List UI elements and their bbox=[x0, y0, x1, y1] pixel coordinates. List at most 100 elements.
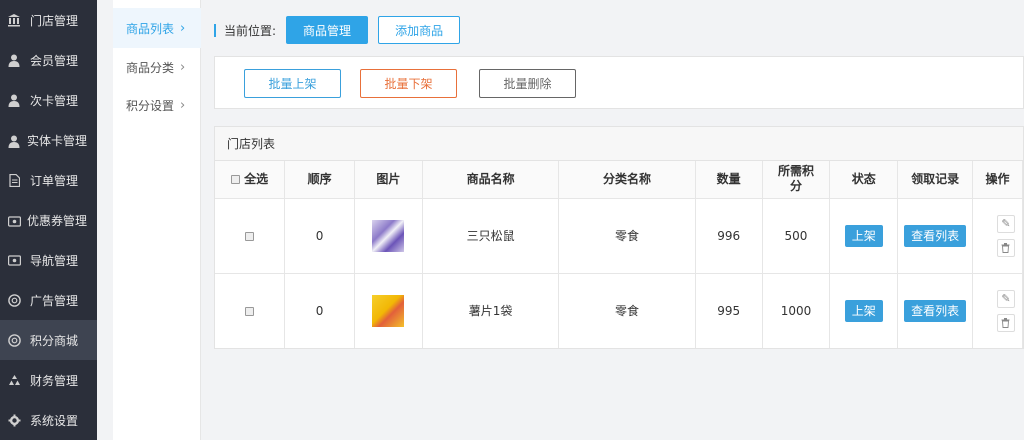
row-records-cell: 查看列表 bbox=[897, 273, 973, 348]
recycle-icon bbox=[6, 372, 22, 388]
chevron-right-icon: › bbox=[180, 20, 186, 36]
globe-icon bbox=[6, 292, 22, 308]
submenu-item-label: 商品分类 bbox=[126, 60, 175, 75]
select-all-checkbox[interactable] bbox=[231, 174, 241, 184]
sidebar-item-label: 订单管理 bbox=[30, 173, 79, 188]
table-row: 0 三只松鼠 零食 996 500 上架 查看列表 ✎ bbox=[215, 198, 1023, 274]
breadcrumb: 当前位置: 商品管理 添加商品 bbox=[214, 16, 461, 44]
add-product-button[interactable]: 添加商品 bbox=[378, 16, 461, 44]
row-checkbox[interactable] bbox=[245, 306, 255, 316]
sidebar-item-coupons[interactable]: 优惠券管理 bbox=[0, 200, 97, 244]
sidebar-item-label: 导航管理 bbox=[30, 253, 79, 268]
breadcrumb-label: 当前位置: bbox=[224, 23, 277, 38]
chevron-right-icon: › bbox=[180, 97, 186, 113]
table-row: 0 薯片1袋 零食 995 1000 上架 查看列表 ✎ bbox=[215, 273, 1023, 348]
header-points-line1: 所需积 bbox=[777, 164, 814, 179]
status-badge[interactable]: 上架 bbox=[844, 224, 883, 247]
row-order: 0 bbox=[284, 198, 355, 274]
row-checkbox[interactable] bbox=[245, 231, 255, 241]
row-ops: ✎ bbox=[996, 289, 1015, 332]
user-icon bbox=[6, 133, 22, 149]
sidebar-item-navigation[interactable]: 导航管理 bbox=[0, 240, 97, 280]
header-quantity: 数量 bbox=[695, 161, 763, 199]
row-records-cell: 查看列表 bbox=[897, 198, 973, 274]
row-points: 1000 bbox=[762, 273, 831, 348]
gear-icon bbox=[6, 412, 22, 428]
submenu-item-label: 商品列表 bbox=[126, 21, 175, 36]
sidebar-item-label: 广告管理 bbox=[30, 293, 79, 308]
row-order: 0 bbox=[284, 273, 355, 348]
sidebar-item-label: 会员管理 bbox=[30, 53, 79, 68]
row-category: 零食 bbox=[558, 198, 696, 274]
user-icon bbox=[6, 92, 22, 108]
view-records-button[interactable]: 查看列表 bbox=[904, 299, 967, 322]
sidebar-item-finance[interactable]: 财务管理 bbox=[0, 360, 97, 400]
row-ops-cell: ✎ bbox=[972, 198, 1023, 274]
row-category: 零食 bbox=[558, 273, 696, 348]
product-list-panel: 门店列表 全选 顺序 图片 商品名称 分类名称 数量 所需积分 状态 领取记录 … bbox=[214, 126, 1024, 349]
trash-icon[interactable] bbox=[996, 238, 1015, 257]
sidebar-item-label: 门店管理 bbox=[30, 13, 79, 28]
chevron-right-icon: › bbox=[180, 59, 186, 75]
submenu-item-product-list[interactable]: 商品列表 › bbox=[113, 8, 201, 48]
header-category: 分类名称 bbox=[558, 161, 696, 199]
header-select-all-label: 全选 bbox=[244, 171, 269, 186]
batch-unlist-button[interactable]: 批量下架 bbox=[360, 69, 457, 98]
sidebar-item-members[interactable]: 会员管理 bbox=[0, 40, 97, 80]
product-table: 全选 顺序 图片 商品名称 分类名称 数量 所需积分 状态 领取记录 操作 0 … bbox=[215, 161, 1023, 348]
status-badge[interactable]: 上架 bbox=[844, 299, 883, 322]
row-quantity: 995 bbox=[695, 273, 763, 348]
header-order: 顺序 bbox=[284, 161, 355, 199]
sidebar: 门店管理 会员管理 次卡管理 实体卡管理 订单管理 优惠券管理 导航管理 广告管… bbox=[0, 0, 97, 440]
row-ops: ✎ bbox=[996, 214, 1015, 257]
sidebar-item-label: 财务管理 bbox=[30, 373, 79, 388]
sidebar-item-label: 系统设置 bbox=[30, 413, 79, 428]
sidebar-item-label: 次卡管理 bbox=[30, 93, 79, 108]
header-ops: 操作 bbox=[972, 161, 1023, 199]
submenu: 商品列表 › 商品分类 › 积分设置 › bbox=[113, 0, 201, 440]
batch-delete-button[interactable]: 批量删除 bbox=[479, 69, 576, 98]
batch-list-button[interactable]: 批量上架 bbox=[244, 69, 341, 98]
edit-pencil-icon[interactable]: ✎ bbox=[996, 289, 1015, 308]
product-management-button[interactable]: 商品管理 bbox=[286, 16, 369, 44]
sidebar-item-physical-cards[interactable]: 实体卡管理 bbox=[0, 120, 97, 164]
edit-pencil-icon[interactable]: ✎ bbox=[996, 214, 1015, 233]
submenu-item-label: 积分设置 bbox=[126, 98, 175, 113]
row-points: 500 bbox=[762, 198, 831, 274]
header-select-all[interactable]: 全选 bbox=[215, 161, 286, 199]
sidebar-item-stores[interactable]: 门店管理 bbox=[0, 0, 97, 40]
sidebar-item-ads[interactable]: 广告管理 bbox=[0, 280, 97, 320]
row-status-cell: 上架 bbox=[829, 198, 899, 274]
header-records: 领取记录 bbox=[897, 161, 973, 199]
header-name: 商品名称 bbox=[422, 161, 560, 199]
product-thumbnail bbox=[372, 219, 405, 252]
list-title: 门店列表 bbox=[215, 127, 1023, 161]
header-image: 图片 bbox=[354, 161, 423, 199]
row-name: 三只松鼠 bbox=[422, 198, 560, 274]
main-content: 当前位置: 商品管理 添加商品 批量上架 批量下架 批量删除 门店列表 全选 顺… bbox=[202, 0, 1024, 440]
sidebar-item-punch-cards[interactable]: 次卡管理 bbox=[0, 80, 97, 120]
sidebar-item-points-mall[interactable]: 积分商城 bbox=[0, 320, 97, 360]
globe-icon bbox=[6, 332, 22, 348]
sidebar-item-orders[interactable]: 订单管理 bbox=[0, 160, 97, 200]
submenu-item-product-category[interactable]: 商品分类 › bbox=[113, 47, 201, 87]
header-status: 状态 bbox=[829, 161, 899, 199]
product-thumbnail bbox=[372, 294, 405, 327]
row-select-cell bbox=[215, 198, 286, 274]
row-quantity: 996 bbox=[695, 198, 763, 274]
row-ops-cell: ✎ bbox=[972, 273, 1023, 348]
row-status-cell: 上架 bbox=[829, 273, 899, 348]
header-points: 所需积分 bbox=[762, 161, 831, 199]
row-image-cell bbox=[354, 198, 423, 274]
sidebar-item-settings[interactable]: 系统设置 bbox=[0, 400, 97, 440]
bank-icon bbox=[6, 12, 22, 28]
document-icon bbox=[6, 172, 22, 188]
breadcrumb-marker bbox=[214, 23, 216, 37]
view-records-button[interactable]: 查看列表 bbox=[904, 224, 967, 247]
ticket-icon bbox=[6, 213, 22, 229]
user-icon bbox=[6, 52, 22, 68]
sidebar-item-label: 积分商城 bbox=[30, 333, 79, 348]
trash-icon[interactable] bbox=[996, 313, 1015, 332]
submenu-item-points-settings[interactable]: 积分设置 › bbox=[113, 85, 201, 125]
ticket-icon bbox=[6, 252, 22, 268]
